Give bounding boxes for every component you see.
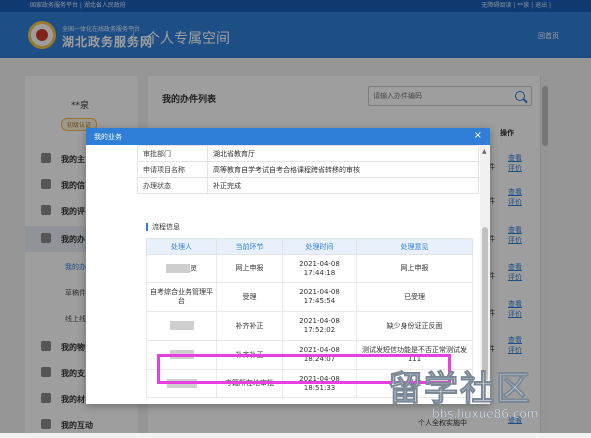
detail-row: 申请项目名称 高等教育自学考试自考合格课程跨省转移的审核: [137, 161, 479, 178]
redacted-block: [166, 263, 190, 273]
table-row: 灵 网上申报 2021-04-08 17:44:18 网上申报: [146, 254, 473, 283]
flow-header-opinion: 处理意见: [356, 238, 473, 255]
opinion-cell: 网上申报: [356, 254, 473, 283]
detail-key: 审批部门: [137, 145, 208, 162]
watermark-logo: 留学社区: [388, 369, 532, 410]
detail-value: 补正完成: [207, 177, 479, 194]
detail-key: 办理状态: [137, 177, 208, 194]
dialog-scrollbar-thumb[interactable]: [482, 227, 488, 381]
detail-row: 审批部门 湖北省教育厅: [137, 145, 479, 162]
detail-key: 申请项目名称: [137, 161, 208, 178]
time-cell: 2021-04-08 17:52:02: [282, 311, 357, 341]
section-title: 流程信息: [146, 223, 180, 231]
table-row: 自考综合业务管理平台 受理 2021-04-08 17:45:54 已受理: [146, 282, 473, 312]
detail-value: 高等教育自学考试自考合格课程跨省转移的审核: [207, 161, 479, 178]
detail-table: 审批部门 湖北省教育厅 申请项目名称 高等教育自学考试自考合格课程跨省转移的审核 办…: [137, 145, 479, 194]
dialog-header: 我的业务 ×: [86, 128, 490, 145]
time-cell: 2021-04-08 17:44:18: [282, 254, 357, 283]
scroll-up-icon[interactable]: ▲: [482, 148, 487, 155]
opinion-cell: 缺少身份证正反面: [356, 311, 473, 341]
flow-header-row: 处理人 当前环节 处理时间 处理意见: [146, 238, 473, 255]
detail-value: 湖北省教育厅: [207, 145, 479, 162]
table-row: 补齐补正 2021-04-08 17:52:02 缺少身份证正反面: [146, 311, 473, 341]
step-cell: 网上申报: [216, 254, 283, 283]
close-icon[interactable]: ×: [474, 130, 482, 141]
watermark-url: bbs.liuxue86.com: [432, 407, 539, 421]
handler-cell: 自考综合业务管理平台: [146, 282, 217, 312]
time-cell: 2021-04-08 17:45:54: [282, 282, 357, 312]
handler-name: 灵: [190, 264, 197, 273]
detail-row: 办理状态 补正完成: [137, 177, 479, 194]
flow-header-handler: 处理人: [146, 238, 217, 255]
flow-header-time: 处理时间: [282, 238, 357, 255]
dialog-title: 我的业务: [94, 133, 122, 141]
redacted-block: [169, 321, 194, 331]
step-cell: 补齐补正: [216, 311, 283, 341]
handler-cell: [146, 311, 217, 341]
handler-cell: 灵: [146, 254, 217, 283]
flow-header-step: 当前环节: [216, 238, 283, 255]
step-cell: 受理: [216, 282, 283, 312]
opinion-cell: 已受理: [356, 282, 473, 312]
